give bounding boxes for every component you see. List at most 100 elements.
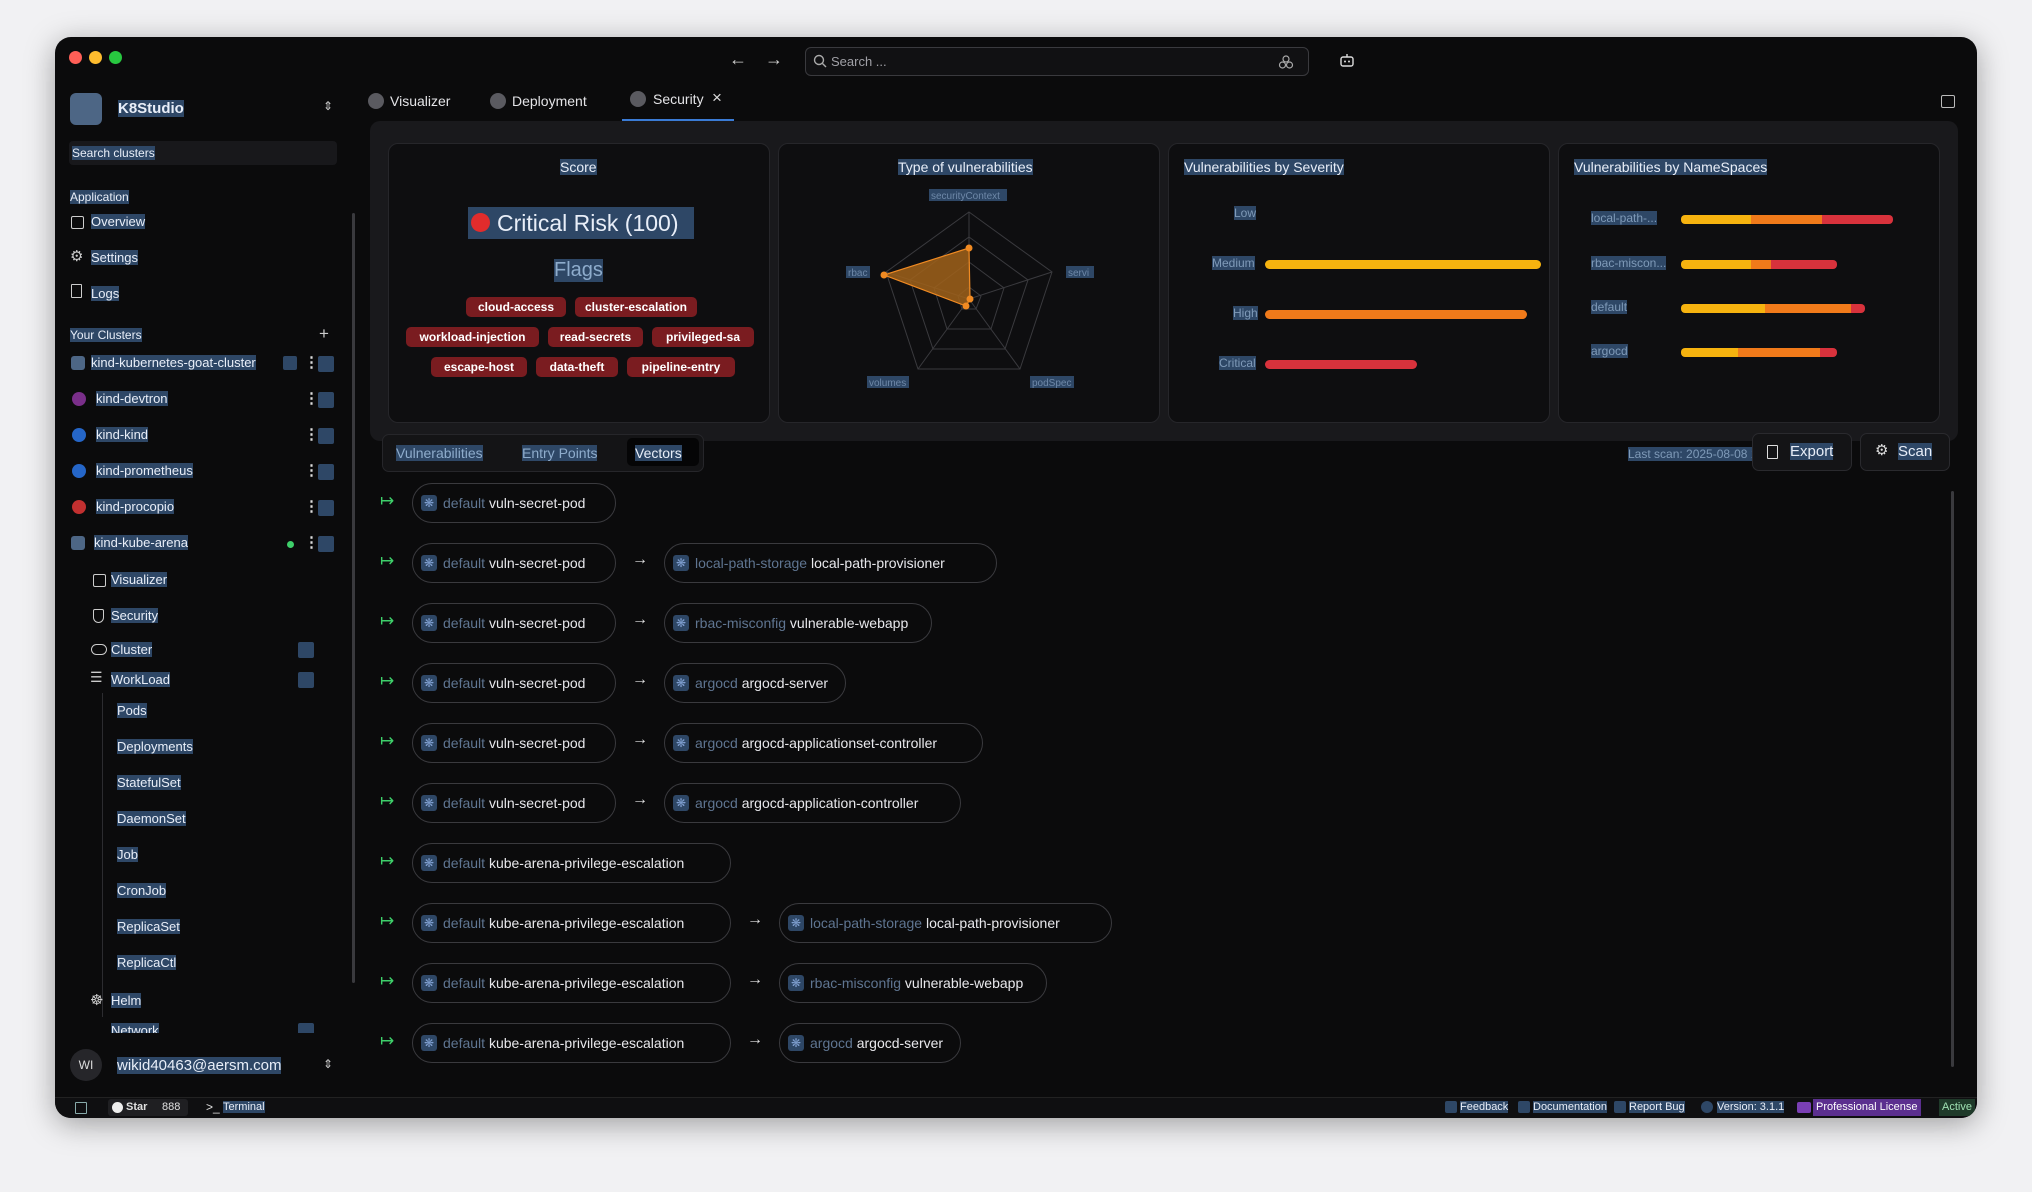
expand-icon[interactable] bbox=[318, 500, 334, 516]
app-name[interactable]: K8Studio bbox=[118, 100, 184, 117]
tab-vulnerabilities[interactable]: Vulnerabilities bbox=[396, 445, 483, 461]
close-window-button[interactable] bbox=[69, 51, 82, 64]
license-label: Professional License bbox=[1813, 1099, 1921, 1116]
source-resource-pill[interactable]: ❋ default vuln-secret-pod bbox=[412, 543, 616, 583]
namespace-label: rbac-misconfig bbox=[810, 975, 902, 991]
chevron-updown-icon[interactable]: ⇕ bbox=[323, 1057, 333, 1071]
source-resource-pill[interactable]: ❋ default vuln-secret-pod bbox=[412, 483, 616, 523]
export-icon bbox=[1767, 445, 1778, 459]
resource-name: argocd-server bbox=[741, 675, 829, 691]
target-resource-pill[interactable]: ❋ rbac-misconfig vulnerable-webapp bbox=[664, 603, 932, 643]
tab-visualizer[interactable]: Visualizer bbox=[368, 83, 468, 119]
more-icon[interactable]: ⋮ bbox=[304, 461, 319, 479]
workload-item-replicactl[interactable]: ReplicaCtl bbox=[117, 955, 177, 970]
export-button[interactable]: Export bbox=[1752, 433, 1852, 471]
cluster-item[interactable]: kind-kubernetes-goat-cluster ⋮ bbox=[55, 351, 345, 377]
entry-point-icon: ↦ bbox=[380, 551, 395, 570]
expand-icon[interactable] bbox=[318, 536, 334, 552]
sidebar-item-settings[interactable]: Settings bbox=[91, 250, 138, 265]
sidebar-item-logs[interactable]: Logs bbox=[91, 286, 120, 301]
minimize-window-button[interactable] bbox=[89, 51, 102, 64]
expand-icon[interactable] bbox=[318, 392, 334, 408]
more-icon[interactable]: ⋮ bbox=[304, 353, 319, 371]
expand-icon[interactable] bbox=[318, 428, 334, 444]
bug-icon bbox=[1614, 1101, 1626, 1113]
more-icon[interactable]: ⋮ bbox=[304, 533, 319, 551]
source-resource-pill[interactable]: ❋ default kube-arena-privilege-escalation bbox=[412, 843, 731, 883]
cluster-item[interactable]: kind-kind ⋮ bbox=[55, 423, 345, 449]
source-resource-pill[interactable]: ❋ default vuln-secret-pod bbox=[412, 663, 616, 703]
target-resource-pill[interactable]: ❋ argocd argocd-server bbox=[664, 663, 846, 703]
github-star-button[interactable]: Star 888 bbox=[108, 1099, 188, 1116]
close-icon[interactable]: × bbox=[712, 88, 722, 108]
cluster-search-input[interactable]: Search clusters bbox=[69, 141, 337, 165]
source-resource-pill[interactable]: ❋ default kube-arena-privilege-escalation bbox=[412, 1023, 731, 1063]
source-resource-pill[interactable]: ❋ default vuln-secret-pod bbox=[412, 723, 616, 763]
target-resource-pill[interactable]: ❋ local-path-storage local-path-provision… bbox=[779, 903, 1112, 943]
bot-icon[interactable] bbox=[1339, 53, 1355, 67]
cluster-item[interactable]: kind-procopio ⋮ bbox=[55, 495, 345, 521]
target-resource-pill[interactable]: ❋ local-path-storage local-path-provision… bbox=[664, 543, 997, 583]
avatar[interactable]: WI bbox=[70, 1049, 102, 1081]
sidebar-item-workload[interactable]: WorkLoad bbox=[111, 672, 171, 687]
workload-item-deployments[interactable]: Deployments bbox=[117, 739, 193, 754]
sidebar-item-cluster[interactable]: Cluster bbox=[111, 642, 153, 657]
source-resource-pill[interactable]: ❋ default kube-arena-privilege-escalation bbox=[412, 963, 731, 1003]
report-bug-button[interactable]: Report Bug bbox=[1629, 1101, 1685, 1113]
sidebar-item-network[interactable]: Network bbox=[111, 1023, 159, 1033]
source-resource-pill[interactable]: ❋ default vuln-secret-pod bbox=[412, 783, 616, 823]
workload-item-cronjob[interactable]: CronJob bbox=[117, 883, 167, 898]
entry-point-icon: ↦ bbox=[380, 1031, 395, 1050]
sidebar-item-helm[interactable]: Helm bbox=[111, 993, 142, 1008]
back-arrow-icon[interactable]: ← bbox=[729, 49, 747, 70]
feedback-button[interactable]: Feedback bbox=[1460, 1101, 1509, 1113]
tab-security[interactable]: Security × bbox=[622, 83, 734, 121]
cluster-item[interactable]: kind-devtron ⋮ bbox=[55, 387, 345, 413]
expand-icon[interactable] bbox=[298, 1023, 314, 1033]
terminal-button[interactable]: Terminal bbox=[223, 1101, 265, 1113]
workload-item-pods[interactable]: Pods bbox=[117, 703, 147, 718]
panel-toggle-icon[interactable] bbox=[1941, 95, 1955, 108]
expand-icon[interactable] bbox=[298, 672, 314, 688]
vectors-scrollbar[interactable] bbox=[1951, 491, 1954, 1067]
workload-item-replicaset[interactable]: ReplicaSet bbox=[117, 919, 180, 934]
global-search-input[interactable]: Search ... bbox=[805, 47, 1309, 76]
tab-entry-points[interactable]: Entry Points bbox=[522, 445, 598, 461]
source-resource-pill[interactable]: ❋ default kube-arena-privilege-escalation bbox=[412, 903, 731, 943]
workload-item-statefulset[interactable]: StatefulSet bbox=[117, 775, 181, 790]
cluster-label: kind-prometheus bbox=[96, 463, 193, 478]
target-resource-pill[interactable]: ❋ argocd argocd-server bbox=[779, 1023, 961, 1063]
target-resource-pill[interactable]: ❋ argocd argocd-applicationset-controller bbox=[664, 723, 983, 763]
more-icon[interactable]: ⋮ bbox=[304, 497, 319, 515]
more-icon[interactable]: ⋮ bbox=[304, 389, 319, 407]
workload-item-daemonset[interactable]: DaemonSet bbox=[117, 811, 186, 826]
cluster-item[interactable]: kind-prometheus ⋮ bbox=[55, 459, 345, 485]
namespace-label: default bbox=[443, 675, 486, 691]
sidebar-item-visualizer[interactable]: Visualizer bbox=[111, 572, 168, 587]
star-label: Star bbox=[126, 1101, 148, 1113]
license-badge[interactable]: Professional License Active bbox=[1797, 1099, 1975, 1116]
grid-icon[interactable] bbox=[75, 1102, 87, 1114]
sidebar-scrollbar[interactable] bbox=[352, 213, 355, 983]
expand-icon[interactable] bbox=[298, 642, 314, 658]
chevron-updown-icon[interactable]: ⇕ bbox=[323, 99, 333, 113]
add-cluster-icon[interactable]: + bbox=[319, 324, 329, 344]
target-resource-pill[interactable]: ❋ rbac-misconfig vulnerable-webapp bbox=[779, 963, 1047, 1003]
sidebar-item-security[interactable]: Security bbox=[111, 608, 158, 623]
target-resource-pill[interactable]: ❋ argocd argocd-application-controller bbox=[664, 783, 961, 823]
scan-button[interactable]: ⚙ Scan bbox=[1860, 433, 1950, 471]
documentation-button[interactable]: Documentation bbox=[1533, 1101, 1607, 1113]
user-email[interactable]: wikid40463@aersm.com bbox=[117, 1057, 282, 1074]
forward-arrow-icon[interactable]: → bbox=[765, 49, 783, 70]
sidebar-item-overview[interactable]: Overview bbox=[91, 214, 146, 229]
expand-icon[interactable] bbox=[318, 356, 334, 372]
maximize-window-button[interactable] bbox=[109, 51, 122, 64]
cluster-item-active[interactable]: kind-kube-arena ⋮ bbox=[55, 531, 345, 557]
expand-icon[interactable] bbox=[318, 464, 334, 480]
workload-item-job[interactable]: Job bbox=[117, 847, 138, 862]
namespace-label: default bbox=[443, 735, 486, 751]
tab-vectors[interactable]: Vectors bbox=[627, 438, 699, 466]
source-resource-pill[interactable]: ❋ default vuln-secret-pod bbox=[412, 603, 616, 643]
tab-deployment[interactable]: Deployment bbox=[490, 83, 600, 119]
more-icon[interactable]: ⋮ bbox=[304, 425, 319, 443]
